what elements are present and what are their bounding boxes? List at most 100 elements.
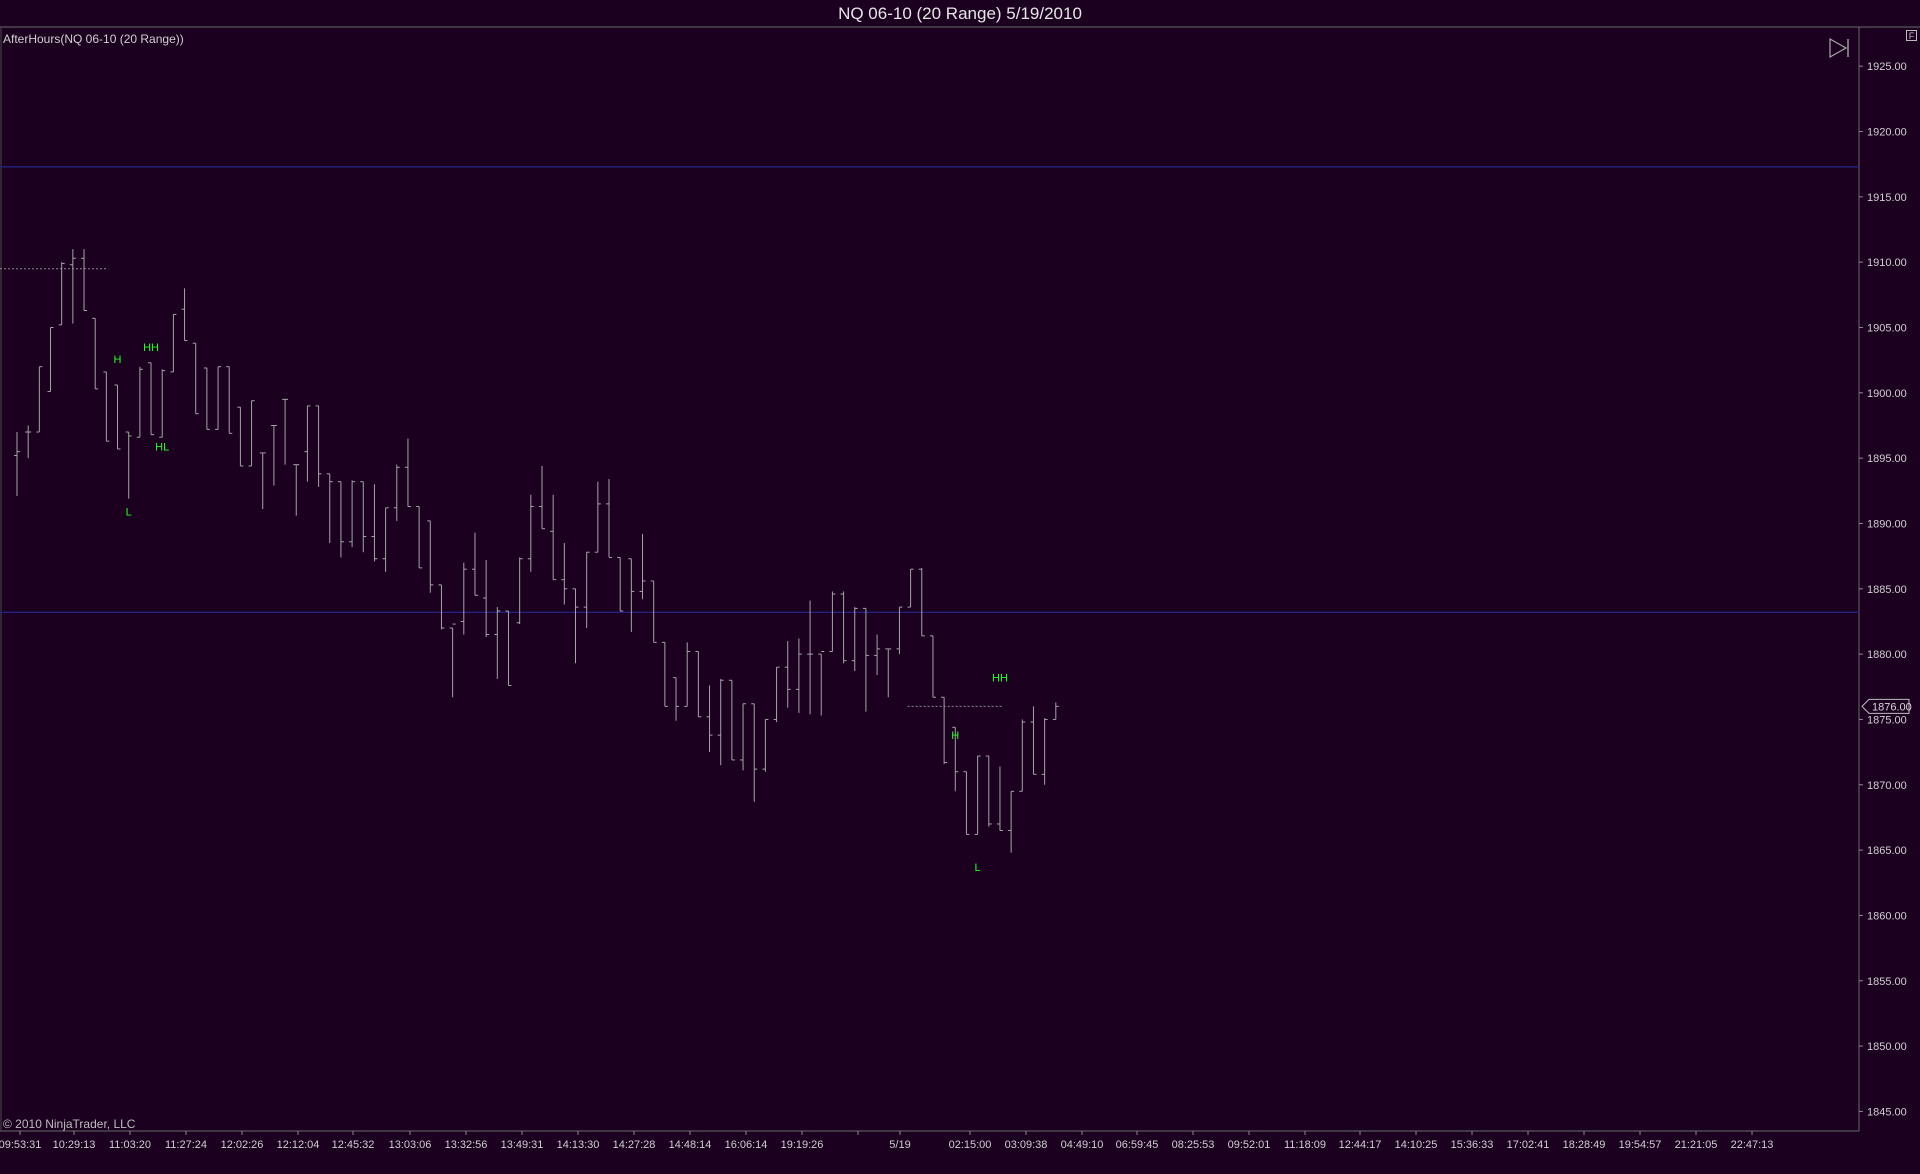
ohlc-bar-62 [706,685,713,753]
x-tick-label-3: 11:27:24 [165,1139,207,1151]
ohlc-bar-78 [885,648,892,698]
x-tick-label-26: 17:02:41 [1507,1139,1550,1151]
ohlc-bar-59 [673,677,680,721]
x-tick-label-5: 12:12:04 [277,1139,320,1151]
ohlc-bar-63 [717,678,724,766]
ohlc-bar-3 [47,326,54,393]
ohlc-bar-55 [628,558,635,632]
y-tick-label-13: 1860.00 [1867,910,1907,922]
ohlc-bar-43 [494,607,501,679]
ohlc-bar-8 [103,371,110,442]
ohlc-bar-27 [315,405,322,487]
ohlc-bar-67 [762,718,769,772]
ohlc-bar-11 [136,366,143,438]
ohlc-bar-68 [773,666,780,723]
ohlc-bar-15 [181,288,188,342]
ohlc-bar-19 [226,366,233,434]
ohlc-bar-0 [14,432,20,497]
y-tick-label-3: 1910.00 [1867,257,1907,269]
ohlc-bar-80 [907,568,914,608]
ohlc-bar-86 [974,755,981,835]
ohlc-bar-51 [583,551,590,628]
ohlc-bar-82 [929,635,936,698]
y-tick-label-7: 1890.00 [1867,518,1907,530]
ohlc-bar-6 [81,249,88,312]
ohlc-bar-14 [170,313,177,373]
ohlc-bar-76 [862,607,869,712]
ohlc-bar-58 [661,641,668,707]
x-tick-label-18: 04:49:10 [1061,1139,1104,1151]
x-tick-label-8: 13:32:56 [445,1139,488,1151]
swing-label-5: H [951,730,959,742]
x-tick-label-7: 13:03:06 [389,1139,432,1151]
ohlc-bar-74 [840,591,847,664]
ohlc-bars[interactable] [14,249,1059,853]
ohlc-bar-56 [639,533,646,600]
x-tick-label-29: 21:21:05 [1675,1139,1718,1151]
x-tick-label-12: 14:48:14 [669,1139,712,1151]
ohlc-bar-5 [69,249,76,324]
ohlc-bar-40 [460,562,467,635]
ohlc-bar-28 [326,473,333,544]
ohlc-bar-38 [438,584,445,630]
time-axis[interactable]: 09:53:31 10:29:13 11:03:20 11:27:24 12:02:26… [0,1131,1773,1151]
ohlc-bar-36 [416,505,423,569]
ohlc-bar-81 [918,567,925,637]
ohlc-bar-2 [36,366,43,433]
ohlc-bar-77 [874,634,881,676]
ohlc-bar-90 [1019,719,1026,792]
ohlc-bar-50 [572,588,579,664]
y-tick-label-0: 1925.00 [1867,61,1907,73]
ohlc-bar-65 [740,703,747,771]
ohlc-bar-21 [248,400,255,467]
ohlc-bar-60 [684,642,691,707]
x-tick-label-22: 11:18:09 [1284,1139,1326,1151]
ohlc-bar-53 [606,479,613,558]
x-tick-label-14: 19:19:26 [781,1139,824,1151]
ohlc-bar-13 [159,369,166,438]
y-tick-label-14: 1855.00 [1867,976,1907,988]
price-chart[interactable]: HHHHLLHHHL 1925.001920.001915.001910.001… [0,0,1920,1174]
ohlc-bar-75 [851,607,858,672]
last-price-value: 1876.00 [1872,701,1912,713]
x-tick-label-17: 03:09:38 [1005,1139,1048,1151]
x-tick-label-2: 11:03:20 [109,1139,151,1151]
ohlc-bar-12 [148,362,155,436]
f-button[interactable]: F [1906,30,1917,41]
price-axis[interactable]: 1925.00 1920.00 1915.00 1910.00 1905.00 1900.… [1859,61,1907,1118]
ohlc-bar-4 [58,262,65,326]
session-lines [0,166,1859,614]
ohlc-bar-34 [393,464,400,521]
ohlc-bar-69 [784,641,791,708]
ohlc-bar-64 [728,679,735,761]
x-tick-label-1: 10:29:13 [53,1139,96,1151]
ohlc-bar-39 [449,623,456,698]
x-tick-label-4: 12:02:26 [221,1139,264,1151]
plot-frame [0,26,1920,1132]
ohlc-bar-24 [282,398,289,465]
ohlc-bar-44 [505,610,512,686]
ohlc-bar-33 [382,507,389,572]
ohlc-bar-66 [751,703,758,802]
swing-annotations: HHHHLLHHHL [114,342,1008,874]
ohlc-bar-7 [92,317,99,390]
last-price-marker: 1876.00 [1861,698,1912,714]
ohlc-bar-85 [963,771,970,835]
copyright-text: © 2010 NinjaTrader, LLC [3,1117,136,1131]
ohlc-bar-52 [594,481,601,553]
ohlc-bar-29 [337,481,344,558]
scroll-to-end-icon[interactable] [1827,36,1851,60]
x-tick-label-6: 12:45:32 [332,1139,375,1151]
y-tick-label-4: 1905.00 [1867,322,1907,334]
y-tick-label-8: 1885.00 [1867,584,1907,596]
ohlc-bar-45 [516,557,523,625]
y-tick-label-2: 1915.00 [1867,192,1907,204]
ohlc-bar-18 [215,366,222,430]
y-tick-label-9: 1880.00 [1867,649,1907,661]
ohlc-bar-72 [818,651,825,716]
swing-label-2: HL [155,441,169,453]
x-tick-label-19: 06:59:45 [1116,1139,1159,1151]
ohlc-bar-42 [483,560,490,638]
x-tick-label-16: 02:15:00 [949,1139,992,1151]
ohlc-bar-71 [807,600,814,715]
